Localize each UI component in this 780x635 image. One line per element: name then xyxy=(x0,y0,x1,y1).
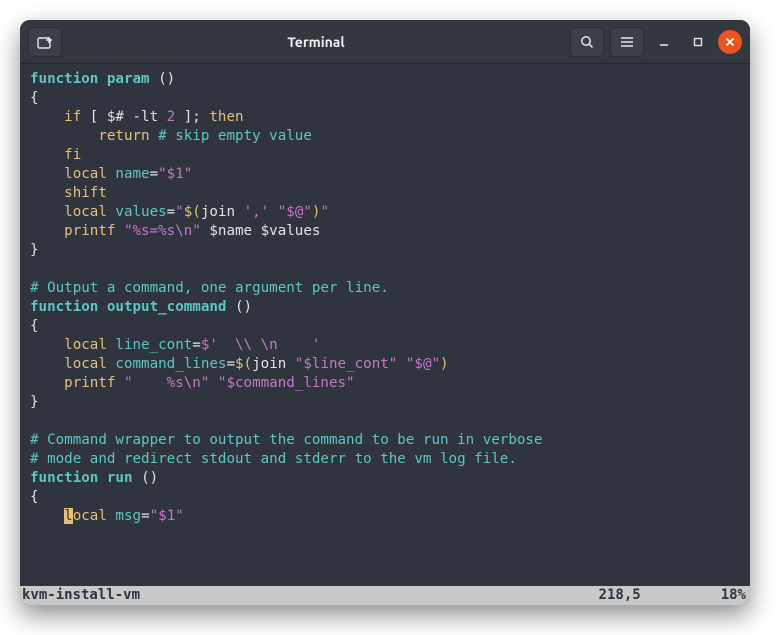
terminal-window: Terminal function param () { if [ $# -lt… xyxy=(20,20,750,605)
indent xyxy=(30,508,64,524)
parens: () xyxy=(141,470,158,486)
string: "$1" xyxy=(158,166,192,182)
terminal-content[interactable]: function param () { if [ $# -lt 2 ]; the… xyxy=(20,64,750,586)
comment: # Output a command, one argument per lin… xyxy=(30,280,389,296)
search-icon xyxy=(580,35,594,49)
var-name: line_cont xyxy=(107,337,192,353)
maximize-button[interactable] xyxy=(684,28,712,56)
maximize-icon xyxy=(692,36,704,48)
parens: () xyxy=(158,71,175,87)
string: "$command_lines" xyxy=(209,375,354,391)
keyword-return: return xyxy=(30,128,150,144)
string: "%s=%s\n" xyxy=(115,223,200,239)
keyword-printf: printf xyxy=(30,223,115,239)
subst-open: $( xyxy=(184,204,201,220)
keyword-if: if xyxy=(30,109,81,125)
titlebar: Terminal xyxy=(20,20,750,64)
keyword-local-partial: ocal xyxy=(73,508,107,524)
hamburger-icon xyxy=(620,36,634,48)
operator: = xyxy=(192,337,201,353)
search-button[interactable] xyxy=(570,27,604,57)
brace-open: { xyxy=(30,489,39,505)
keyword-function: function xyxy=(30,71,98,87)
operator: = xyxy=(150,166,159,182)
string: " xyxy=(175,204,184,220)
keyword-function: function xyxy=(30,470,98,486)
status-filename: kvm-install-vm xyxy=(22,586,140,605)
string: "$@" xyxy=(406,356,440,372)
comment: # Command wrapper to output the command … xyxy=(30,432,543,448)
keyword-local: local xyxy=(30,337,107,353)
brace-open: { xyxy=(30,318,39,334)
text: join xyxy=(252,356,295,372)
close-icon xyxy=(725,37,735,47)
keyword-function: function xyxy=(30,299,98,315)
text: [ $# -lt xyxy=(81,109,166,125)
comment: # skip empty value xyxy=(150,128,312,144)
function-name: param xyxy=(98,71,158,87)
minimize-button[interactable] xyxy=(650,28,678,56)
brace-close: } xyxy=(30,394,39,410)
parens: () xyxy=(235,299,252,315)
menu-button[interactable] xyxy=(610,27,644,57)
var-name: name xyxy=(107,166,150,182)
new-tab-icon xyxy=(37,35,53,49)
string: ',' xyxy=(244,204,270,220)
subst-close: ) xyxy=(440,356,449,372)
keyword-fi: fi xyxy=(30,147,81,163)
keyword-local: local xyxy=(30,204,107,220)
minimize-icon xyxy=(658,36,670,48)
comment: # mode and redirect stdout and stderr to… xyxy=(30,451,517,467)
brace-open: { xyxy=(30,90,39,106)
string: " %s\n" xyxy=(115,375,209,391)
text: $name $values xyxy=(201,223,321,239)
cursor: l xyxy=(64,508,73,524)
subst-open: $( xyxy=(235,356,252,372)
keyword-local: local xyxy=(30,356,107,372)
close-button[interactable] xyxy=(718,30,742,54)
function-name: output_command xyxy=(98,299,235,315)
operator: = xyxy=(167,204,176,220)
operator: = xyxy=(141,508,150,524)
text: ]; xyxy=(175,109,209,125)
string: "$@" xyxy=(278,204,312,220)
new-tab-button[interactable] xyxy=(28,27,62,57)
keyword-shift: shift xyxy=(30,185,107,201)
brace-close: } xyxy=(30,242,39,258)
var-name: values xyxy=(107,204,167,220)
status-position: 218,5 xyxy=(599,586,641,605)
status-percent: 18% xyxy=(721,586,746,605)
window-title: Terminal xyxy=(68,34,564,50)
string: " xyxy=(320,204,329,220)
string: $' \\ \n ' xyxy=(201,337,321,353)
text xyxy=(269,204,278,220)
text: join xyxy=(201,204,244,220)
string: "$1" xyxy=(150,508,184,524)
var-name: command_lines xyxy=(107,356,227,372)
text xyxy=(397,356,406,372)
keyword-local: local xyxy=(30,166,107,182)
var-name: msg xyxy=(107,508,141,524)
keyword-then: then xyxy=(209,109,243,125)
function-name: run xyxy=(98,470,141,486)
keyword-printf: printf xyxy=(30,375,115,391)
number: 2 xyxy=(167,109,176,125)
vim-status-line: kvm-install-vm 218,5 18% xyxy=(20,586,750,605)
string: "$line_cont" xyxy=(295,356,398,372)
operator: = xyxy=(226,356,235,372)
